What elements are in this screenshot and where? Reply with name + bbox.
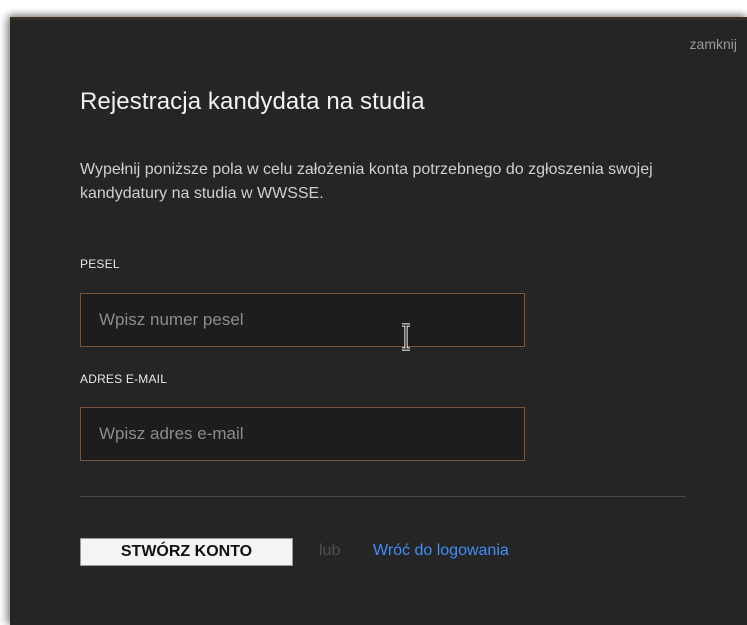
text-cursor-icon: [402, 323, 410, 351]
create-account-button[interactable]: STWÓRZ KONTO: [80, 538, 293, 566]
registration-modal: zamknij Rejestracja kandydata na studia …: [10, 17, 747, 625]
intro-text: Wypełnij poniższe pola w celu założenia …: [80, 161, 653, 202]
pesel-label: PESEL: [80, 257, 120, 271]
modal-title: Rejestracja kandydata na studia: [80, 88, 425, 115]
divider: [80, 496, 686, 497]
pesel-input[interactable]: [80, 293, 525, 347]
back-to-login-link[interactable]: Wróć do logowania: [373, 542, 509, 560]
page-background: zamknij Rejestracja kandydata na studia …: [0, 0, 747, 625]
close-link[interactable]: zamknij: [690, 36, 737, 52]
or-text: lub: [319, 542, 341, 559]
email-input[interactable]: [80, 407, 525, 461]
email-label: ADRES E-MAIL: [80, 372, 168, 386]
